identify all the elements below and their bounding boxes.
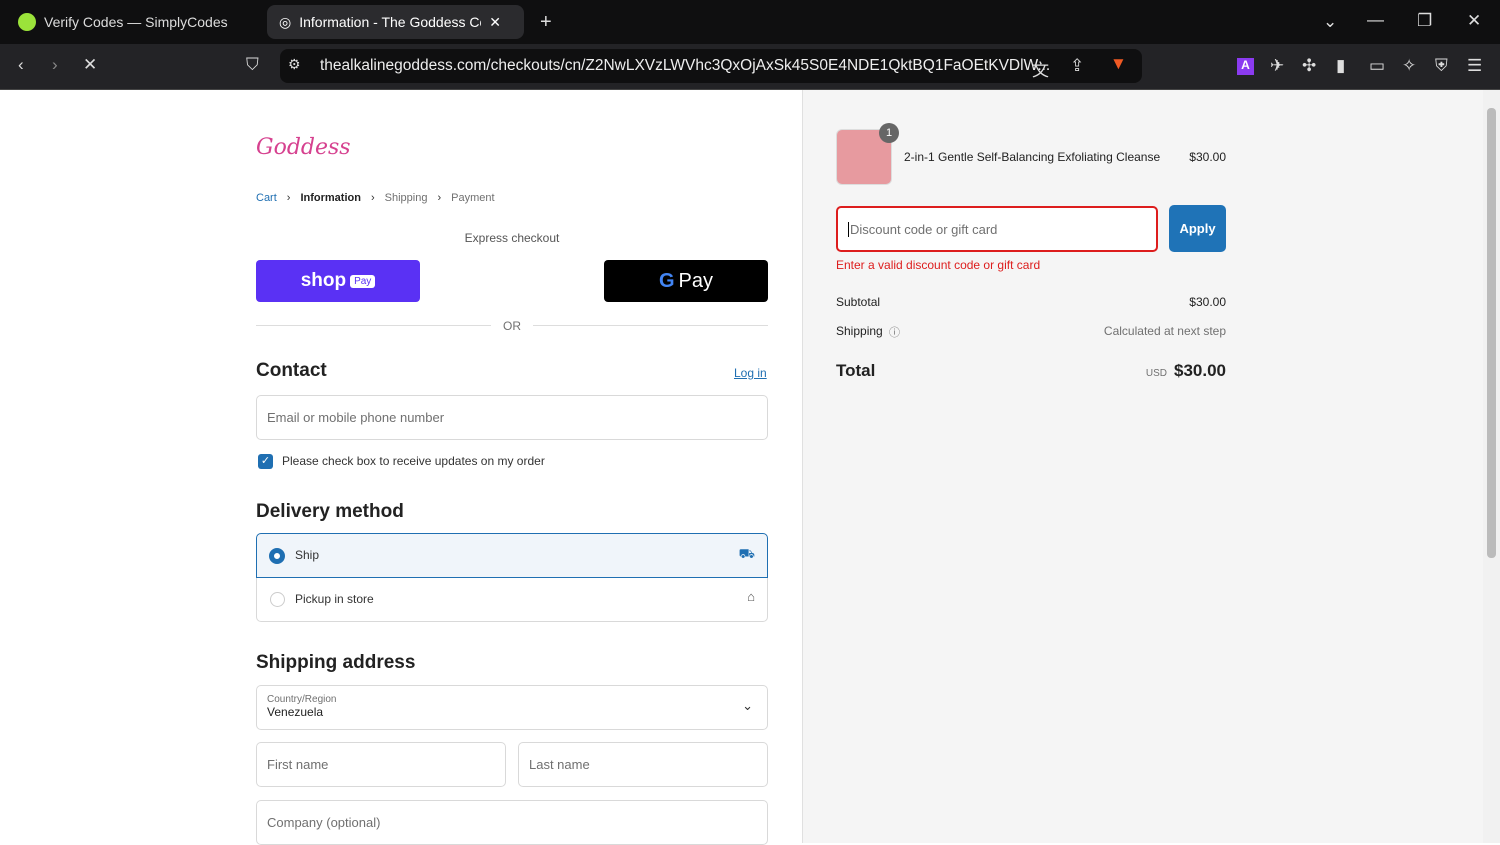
shipping-label: Shipping (836, 324, 883, 338)
site-settings-icon[interactable]: ⚙ (288, 56, 301, 73)
pickup-label: Pickup in store (295, 592, 374, 606)
bookmark-icon[interactable]: ⛉ (246, 55, 259, 75)
extension-icon[interactable]: ✈ (1270, 56, 1284, 76)
country-label: Country/Region (267, 694, 337, 705)
delivery-option-ship[interactable]: Ship ⛟ (256, 533, 768, 578)
leo-ai-icon[interactable]: ✧ (1402, 56, 1416, 76)
updates-checkbox-label: Please check box to receive updates on m… (282, 454, 545, 468)
close-window-icon[interactable]: ✕ (1467, 11, 1481, 31)
new-tab-icon[interactable]: + (540, 11, 552, 34)
sidebar-icon[interactable]: ▮ (1336, 56, 1345, 76)
updates-checkbox[interactable]: ✓ (258, 454, 273, 469)
brave-shields-icon[interactable]: ▼ (1110, 54, 1127, 74)
scrollbar[interactable] (1483, 90, 1500, 843)
discount-error: Enter a valid discount code or gift card (836, 258, 1041, 272)
shop-pay-button[interactable]: shop Pay (256, 260, 420, 302)
company-input[interactable]: Company (optional) (256, 800, 768, 845)
extension-a-icon[interactable]: A (1237, 58, 1254, 75)
shop-pay-badge: Pay (350, 274, 376, 288)
product-name: 2-in-1 Gentle Self-Balancing Exfoliating… (904, 150, 1161, 164)
tab-verify-codes[interactable]: Verify Codes — SimplyCodes (6, 5, 256, 39)
country-value: Venezuela (267, 705, 324, 719)
store-logo[interactable]: Goddess (256, 122, 351, 174)
nav-bar: ‹ › ✕ ⛉ ⚙ thealkalinegoddess.com/checkout… (0, 44, 1500, 90)
delivery-heading: Delivery method (256, 501, 404, 522)
vpn-icon[interactable]: ⛨ (1435, 56, 1448, 76)
extensions-puzzle-icon[interactable]: ✣ (1302, 56, 1316, 76)
shipping-value: Calculated at next step (1103, 324, 1226, 338)
breadcrumb-cart[interactable]: Cart (256, 192, 277, 204)
express-checkout-label: Express checkout (464, 231, 560, 245)
subtotal-value: $30.00 (1189, 295, 1226, 309)
close-tab-icon[interactable]: ✕ (489, 14, 501, 31)
shop-pay-logo: shop (300, 270, 347, 291)
truck-icon: ⛟ (738, 546, 755, 561)
menu-icon[interactable]: ☰ (1467, 56, 1482, 76)
radio-unselected[interactable] (270, 592, 285, 607)
order-summary: 1 2-in-1 Gentle Self-Balancing Exfoliati… (803, 90, 1483, 843)
delivery-option-pickup[interactable]: Pickup in store ⌂ (256, 578, 768, 622)
quantity-badge: 1 (879, 123, 899, 143)
checkout-form: Goddess Cart › Information › Shipping › Pay… (0, 90, 803, 845)
subtotal-label: Subtotal (836, 295, 881, 309)
chevron-down-icon: ⌄ (742, 698, 753, 713)
discount-input[interactable]: Discount code or gift card (836, 206, 1158, 252)
simplycodes-icon (18, 13, 36, 31)
restore-icon[interactable]: ❐ (1417, 11, 1432, 31)
address-bar[interactable]: ⚙ thealkalinegoddess.com/checkouts/cn/Z2N… (280, 49, 1142, 83)
scrollbar-thumb[interactable] (1487, 108, 1496, 558)
store-icon: ⌂ (747, 589, 755, 604)
stop-loading-icon[interactable]: ✕ (83, 55, 97, 75)
email-input[interactable]: Email or mobile phone number (256, 395, 768, 440)
first-name-input[interactable]: First name (256, 742, 506, 787)
currency: USD (1145, 368, 1167, 379)
tab-list-icon[interactable]: ⌄ (1323, 12, 1337, 32)
wallet-icon[interactable]: ▭ (1369, 56, 1385, 76)
breadcrumb-payment: Payment (451, 192, 495, 204)
product-price: $30.00 (1189, 150, 1226, 164)
radio-selected[interactable] (269, 548, 285, 564)
log-in-link[interactable]: Log in (734, 366, 767, 380)
globe-icon: ◎ (279, 13, 292, 30)
total: USD $30.00 (1146, 361, 1226, 381)
breadcrumb-shipping: Shipping (384, 192, 428, 204)
forward-icon[interactable]: › (52, 55, 58, 75)
divider (256, 325, 491, 326)
or-label: OR (503, 319, 521, 333)
shipping-address-heading: Shipping address (256, 652, 416, 673)
help-icon[interactable]: ⓘ (889, 324, 900, 340)
divider (533, 325, 768, 326)
google-g-icon: G (658, 269, 675, 292)
translate-icon[interactable]: 文 (1032, 56, 1049, 81)
tab-bar: Verify Codes — SimplyCodes ◎ Information … (0, 0, 1500, 44)
breadcrumb-information: Information (300, 192, 361, 204)
total-value: $30.00 (1174, 361, 1226, 380)
back-icon[interactable]: ‹ (18, 55, 24, 75)
total-label: Total (836, 361, 876, 380)
share-icon[interactable]: ⇪ (1070, 56, 1084, 76)
google-pay-button[interactable]: G Pay (604, 260, 768, 302)
country-select[interactable]: Country/Region Venezuela ⌄ (256, 685, 768, 730)
ship-label: Ship (295, 548, 320, 562)
last-name-input[interactable]: Last name (518, 742, 768, 787)
minimize-icon[interactable]: — (1367, 10, 1384, 30)
tab-information[interactable]: ◎ Information - The Goddess Coll ✕ (267, 5, 524, 39)
contact-heading: Contact (256, 360, 327, 381)
breadcrumb: Cart › Information › Shipping › Payment (256, 192, 495, 204)
apply-button[interactable]: Apply (1169, 205, 1226, 252)
